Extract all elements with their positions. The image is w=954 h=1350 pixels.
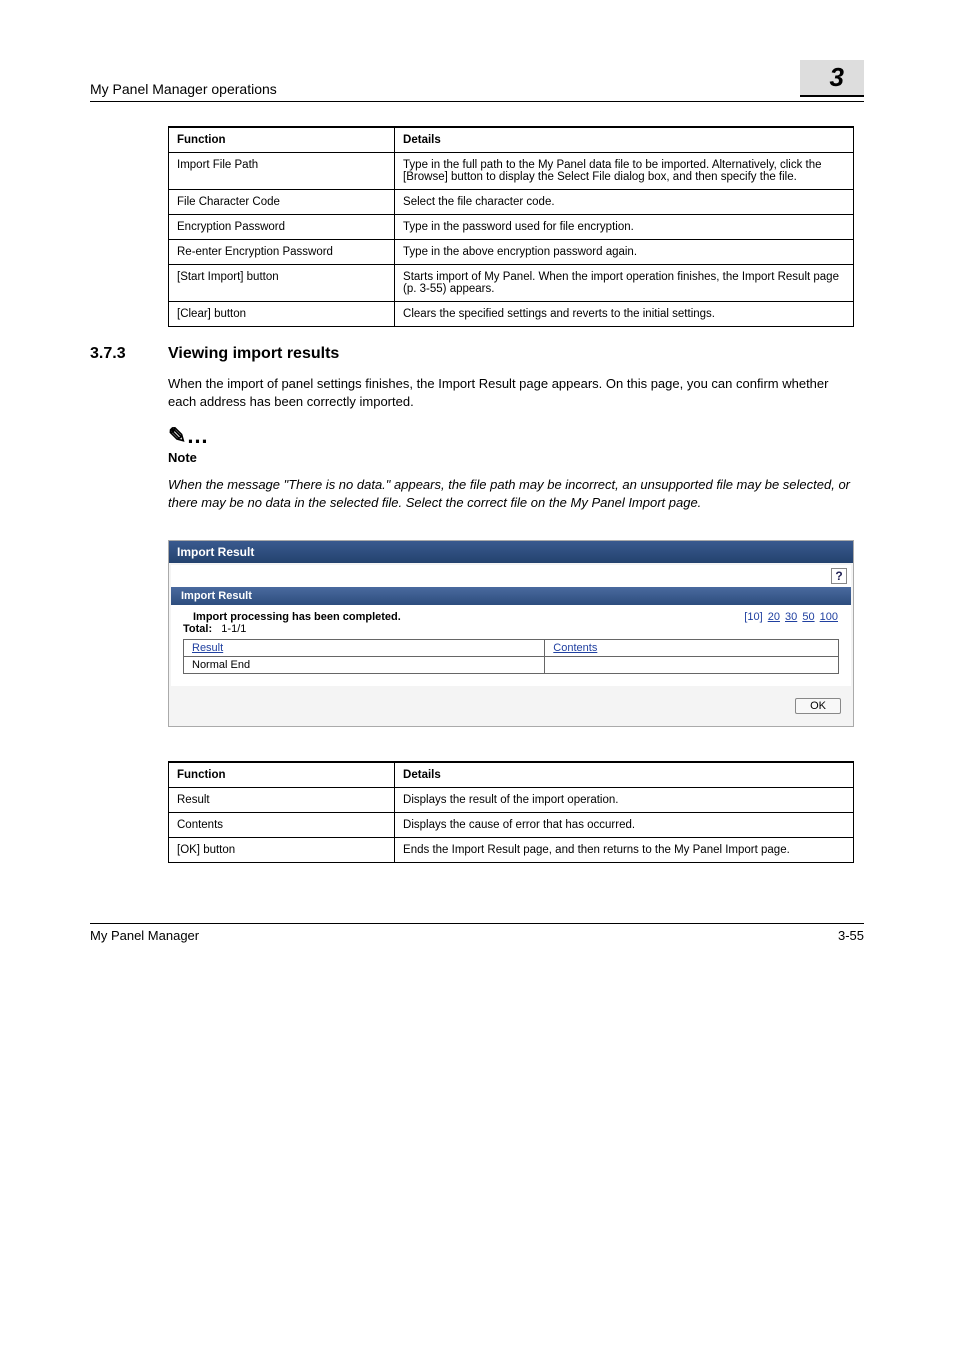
table-row: Normal End bbox=[184, 656, 839, 673]
table1-cell: Type in the above encryption password ag… bbox=[395, 240, 854, 265]
function-details-table-2: Function Details ResultDisplays the resu… bbox=[168, 761, 854, 863]
page-size-10: [10] bbox=[744, 611, 762, 623]
table2-cell: Result bbox=[169, 787, 395, 812]
result-cell: Normal End bbox=[184, 656, 545, 673]
table2-cell: Displays the cause of error that has occ… bbox=[395, 812, 854, 837]
table-row: Encryption PasswordType in the password … bbox=[169, 215, 854, 240]
table-row: [OK] buttonEnds the Import Result page, … bbox=[169, 837, 854, 862]
table2-cell: Displays the result of the import operat… bbox=[395, 787, 854, 812]
result-header[interactable]: Result bbox=[184, 639, 545, 656]
note-icon: ✎… bbox=[168, 423, 854, 449]
running-header: My Panel Manager operations bbox=[90, 81, 277, 97]
footer-page-number: 3-55 bbox=[838, 928, 864, 943]
page-size-50[interactable]: 50 bbox=[802, 611, 814, 623]
table2-cell: [OK] button bbox=[169, 837, 395, 862]
page-size-30[interactable]: 30 bbox=[785, 611, 797, 623]
page-size-20[interactable]: 20 bbox=[768, 611, 780, 623]
total-label: Total: bbox=[183, 623, 212, 635]
page-size-selector: [10] 20 30 50 100 bbox=[743, 611, 839, 623]
total-value: 1-1/1 bbox=[221, 623, 246, 635]
table-row: ContentsDisplays the cause of error that… bbox=[169, 812, 854, 837]
table1-cell: Starts import of My Panel. When the impo… bbox=[395, 265, 854, 302]
status-message: Import processing has been completed. bbox=[183, 611, 401, 623]
table2-header-details: Details bbox=[395, 762, 854, 788]
help-icon[interactable]: ? bbox=[831, 568, 847, 584]
result-table: Result Contents Normal End bbox=[183, 639, 839, 674]
table-row: File Character CodeSelect the file chara… bbox=[169, 190, 854, 215]
table-row: Re-enter Encryption PasswordType in the … bbox=[169, 240, 854, 265]
note-label: Note bbox=[168, 449, 854, 467]
panel-subtitle: Import Result bbox=[171, 587, 851, 605]
table-row: Import File PathType in the full path to… bbox=[169, 153, 854, 190]
table2-cell: Ends the Import Result page, and then re… bbox=[395, 837, 854, 862]
intro-paragraph: When the import of panel settings finish… bbox=[168, 375, 854, 411]
table1-cell: [Start Import] button bbox=[169, 265, 395, 302]
table1-cell: Clears the specified settings and revert… bbox=[395, 302, 854, 327]
pencil-icon: ✎ bbox=[168, 423, 186, 448]
table-row: ResultDisplays the result of the import … bbox=[169, 787, 854, 812]
table1-cell: Type in the password used for file encry… bbox=[395, 215, 854, 240]
table1-cell: File Character Code bbox=[169, 190, 395, 215]
table1-cell: Encryption Password bbox=[169, 215, 395, 240]
table-row: [Clear] buttonClears the specified setti… bbox=[169, 302, 854, 327]
table2-cell: Contents bbox=[169, 812, 395, 837]
page-size-100[interactable]: 100 bbox=[820, 611, 838, 623]
contents-header[interactable]: Contents bbox=[545, 639, 839, 656]
contents-cell bbox=[545, 656, 839, 673]
table1-cell: Type in the full path to the My Panel da… bbox=[395, 153, 854, 190]
table1-header-function: Function bbox=[169, 127, 395, 153]
table1-cell: Re-enter Encryption Password bbox=[169, 240, 395, 265]
dialog-title: Import Result bbox=[169, 541, 853, 563]
section-title: Viewing import results bbox=[168, 345, 339, 363]
table1-cell: [Clear] button bbox=[169, 302, 395, 327]
function-details-table-1: Function Details Import File PathType in… bbox=[168, 126, 854, 327]
ellipsis-icon: … bbox=[186, 423, 210, 448]
note-body: When the message "There is no data." app… bbox=[168, 476, 854, 512]
table2-header-function: Function bbox=[169, 762, 395, 788]
footer-left: My Panel Manager bbox=[90, 928, 199, 943]
table1-cell: Select the file character code. bbox=[395, 190, 854, 215]
section-number: 3.7.3 bbox=[90, 345, 168, 363]
import-result-screenshot: Import Result ? Import Result Import pro… bbox=[168, 540, 854, 727]
table-row: [Start Import] buttonStarts import of My… bbox=[169, 265, 854, 302]
table1-header-details: Details bbox=[395, 127, 854, 153]
chapter-number: 3 bbox=[800, 60, 864, 97]
ok-button[interactable]: OK bbox=[795, 698, 841, 714]
table1-cell: Import File Path bbox=[169, 153, 395, 190]
